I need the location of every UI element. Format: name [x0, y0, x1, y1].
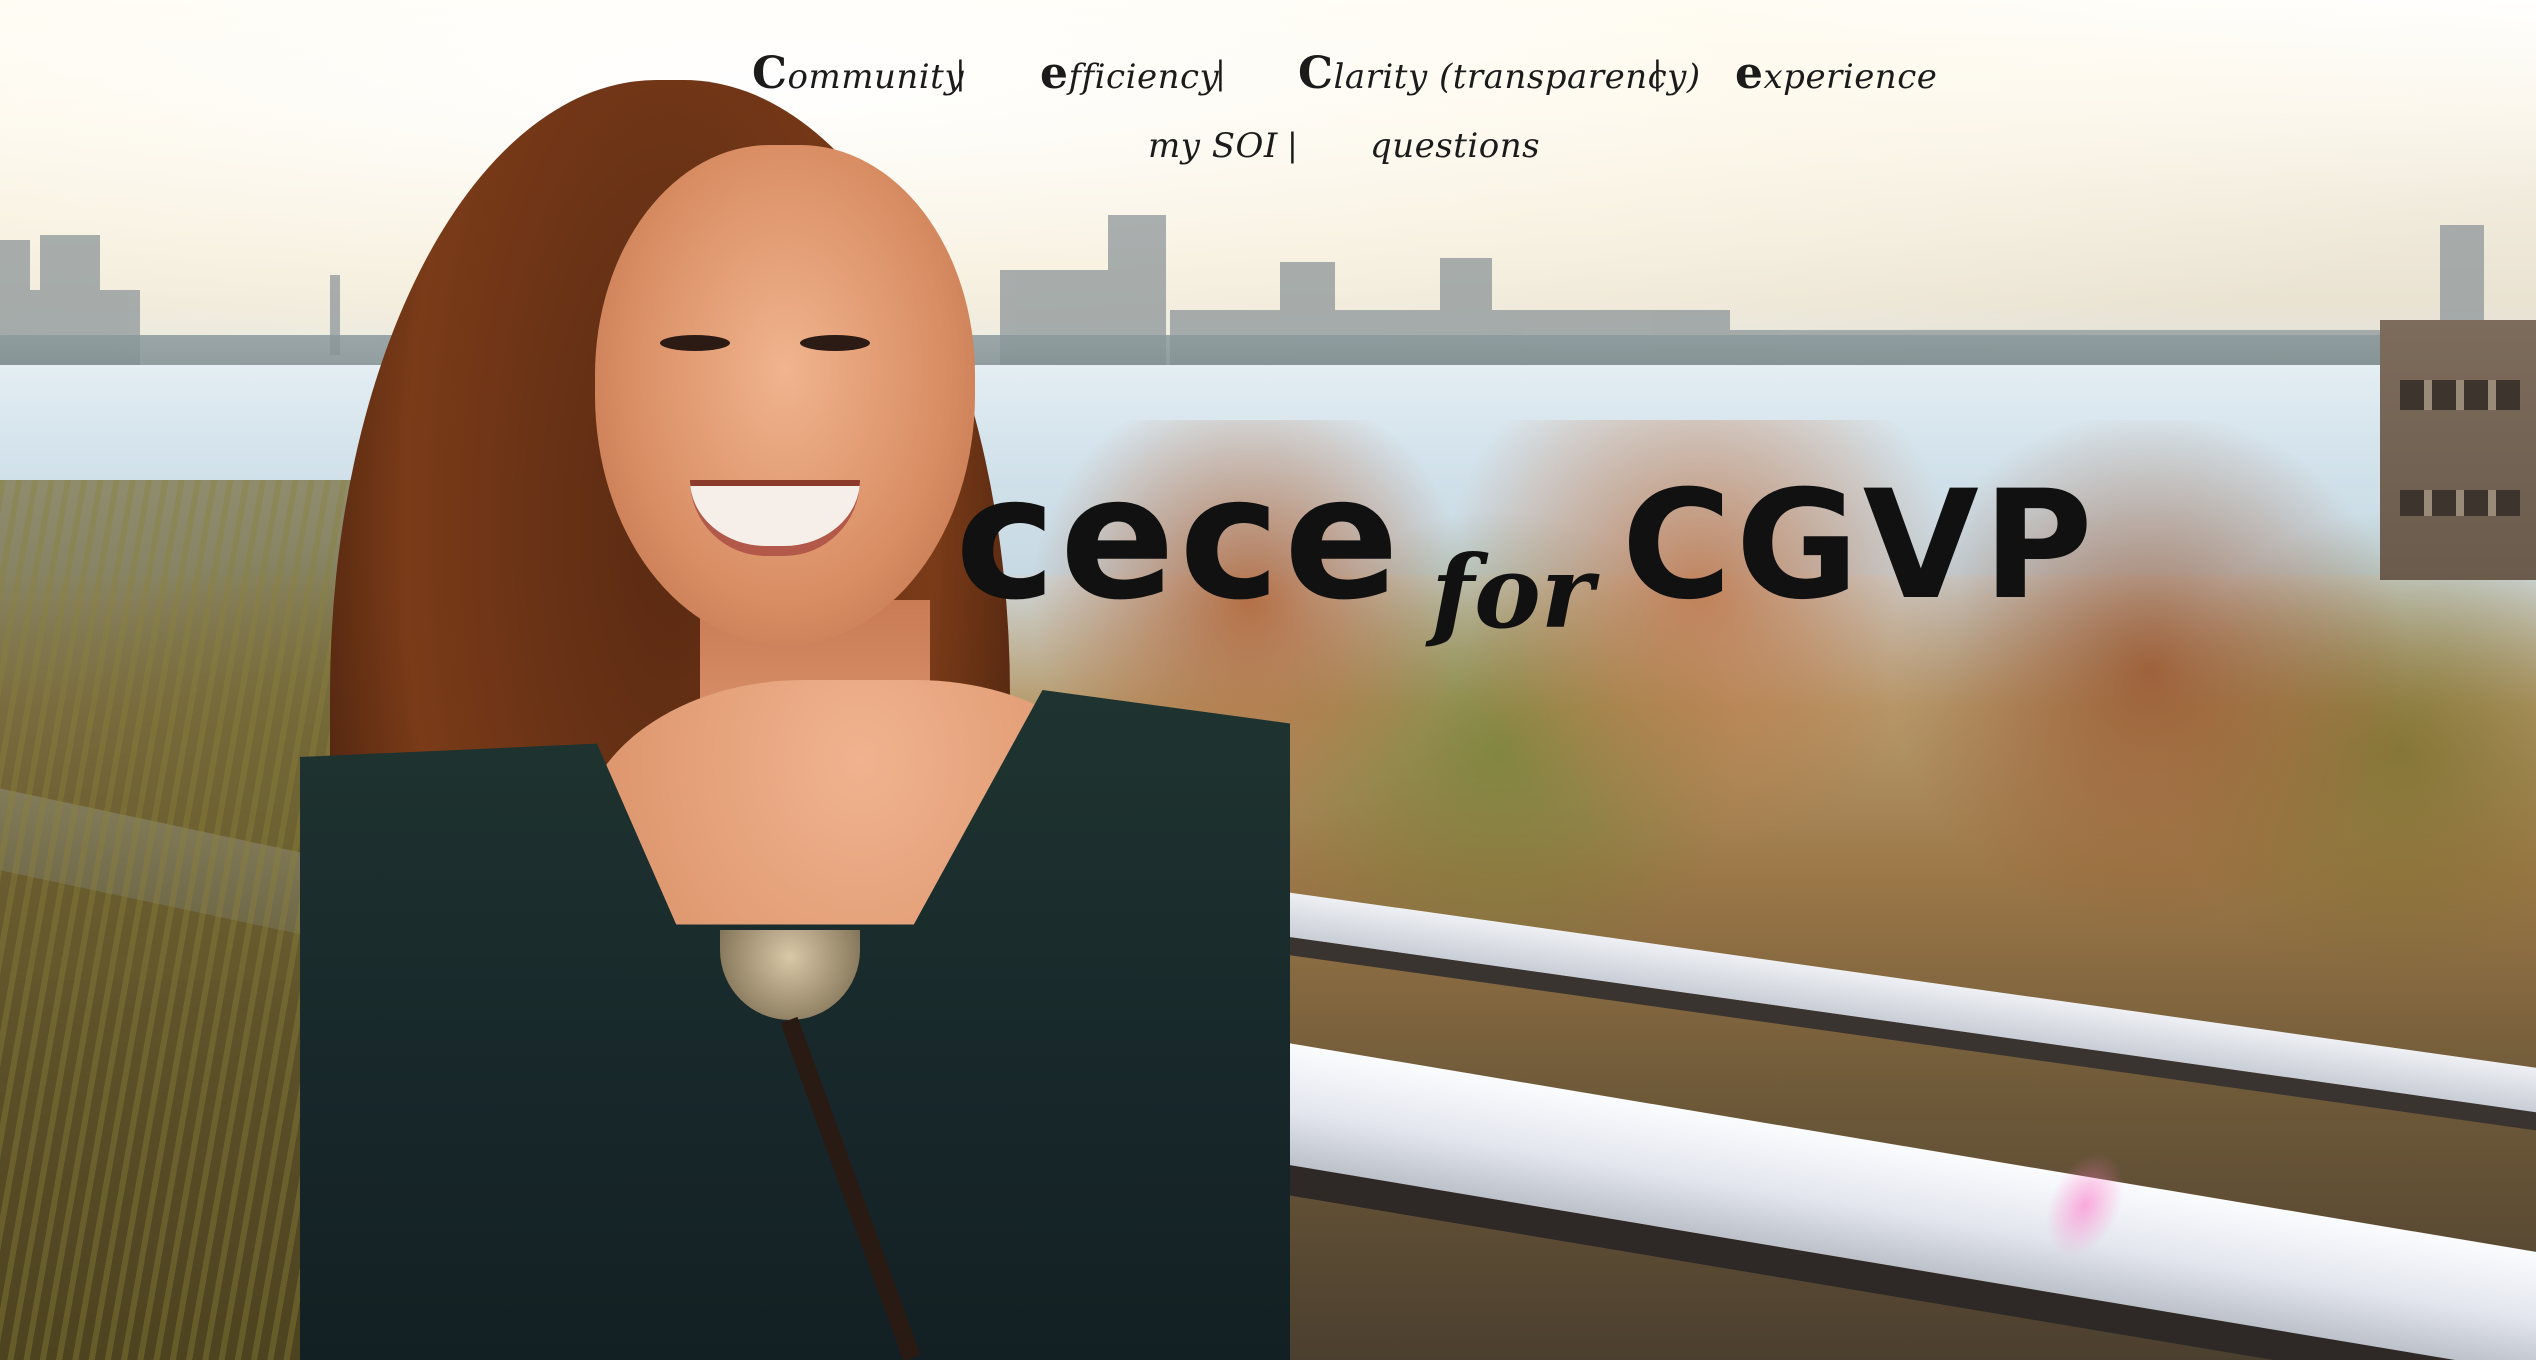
nav-link-questions[interactable]: questions: [1370, 126, 1540, 166]
site-title-org: CGVP: [1621, 459, 2097, 633]
nav-separator: |: [1652, 54, 1664, 92]
nav-separator: |: [1215, 54, 1227, 92]
nav-link-my-soi[interactable]: my SOI: [1148, 126, 1278, 166]
person-eye-right: [800, 335, 870, 351]
page: Community | efficiency | Clarity (transp…: [0, 0, 2536, 1360]
nav-row-primary: Community | efficiency | Clarity (transp…: [0, 48, 2536, 118]
main-nav: Community | efficiency | Clarity (transp…: [0, 48, 2536, 196]
nav-link-community-label: ommunity: [787, 57, 965, 97]
nav-link-experience[interactable]: experience: [1735, 48, 1937, 99]
nav-link-efficiency-label: fficiency: [1068, 57, 1220, 97]
nav-link-experience-initial: e: [1735, 48, 1764, 99]
nav-link-clarity-initial: C: [1298, 48, 1334, 99]
nav-link-community[interactable]: Community: [752, 48, 964, 99]
nav-link-clarity[interactable]: Clarity (transparency): [1298, 48, 1701, 99]
person-face: [595, 145, 975, 645]
nav-row-secondary: my SOI | questions: [0, 126, 2536, 196]
nav-link-efficiency-initial: e: [1040, 48, 1069, 99]
person-eye-left: [660, 335, 730, 351]
nav-link-clarity-label: larity (transparency): [1333, 57, 1701, 97]
building: [2380, 320, 2536, 580]
nav-link-community-initial: C: [752, 48, 788, 99]
hero-photo: [0, 0, 2536, 1360]
site-title-for: for: [1431, 533, 1594, 651]
site-title-name: cece: [955, 440, 1404, 638]
nav-separator: |: [1287, 126, 1299, 164]
nav-link-experience-label: xperience: [1763, 57, 1938, 97]
site-title: cece for CGVP: [955, 440, 2097, 651]
nav-link-efficiency[interactable]: efficiency: [1040, 48, 1219, 99]
nav-separator: |: [955, 54, 967, 92]
